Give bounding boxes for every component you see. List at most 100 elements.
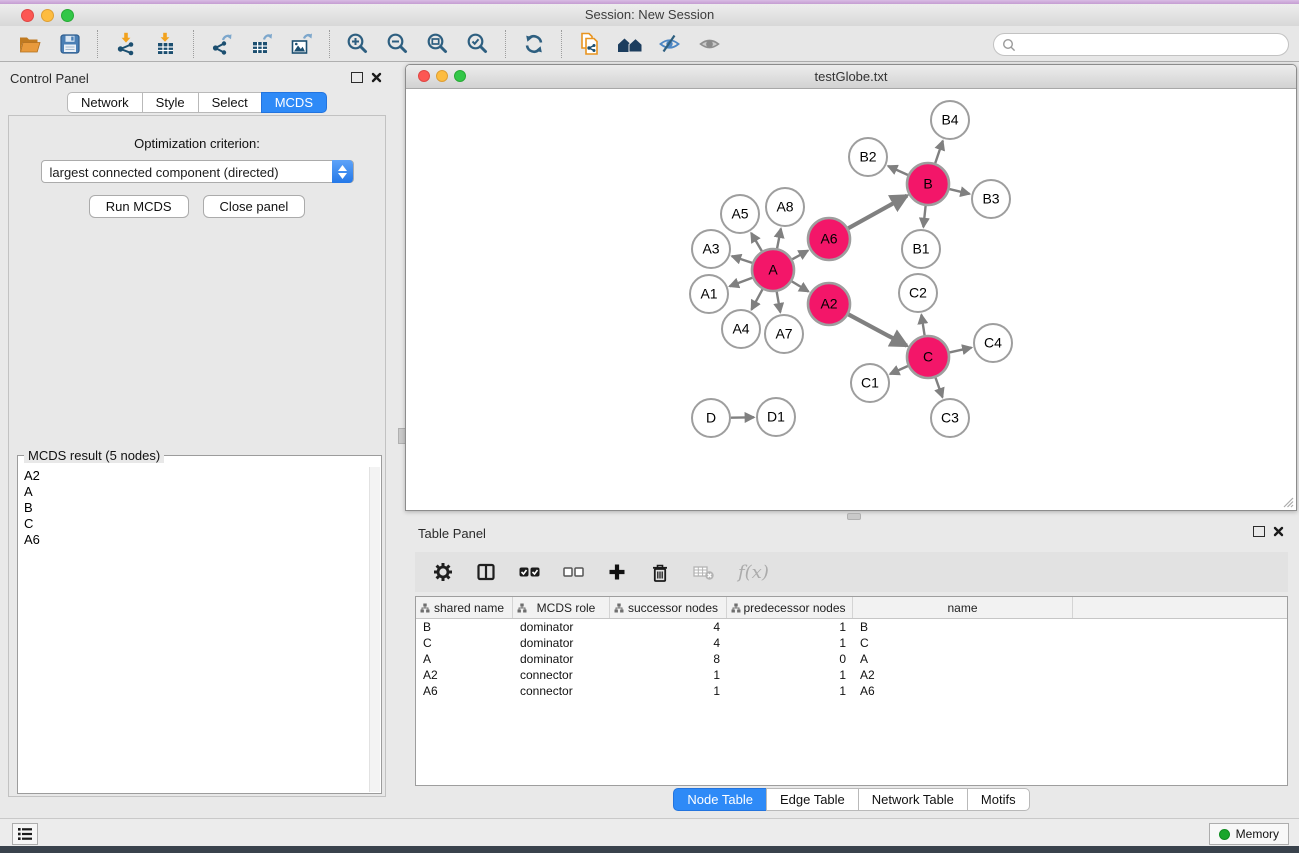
table-row[interactable]: A2connector11A2 — [416, 667, 1287, 683]
graph-edge-A-A5[interactable] — [751, 233, 762, 251]
mcds-result-item[interactable]: A — [19, 484, 369, 500]
graph-edge-C-C4[interactable] — [950, 348, 972, 353]
network-window-title: testGlobe.txt — [406, 69, 1296, 84]
tab-node-table[interactable]: Node Table — [673, 788, 767, 811]
tab-edge-table[interactable]: Edge Table — [766, 788, 859, 811]
table-cell: 4 — [610, 619, 727, 635]
column-header-shared-name[interactable]: shared name — [416, 597, 513, 618]
graph-edge-A-A4[interactable] — [752, 289, 763, 309]
column-header-MCDS-role[interactable]: MCDS role — [513, 597, 610, 618]
graph-edge-A-A8[interactable] — [777, 229, 781, 249]
graph-edge-B-B3[interactable] — [949, 189, 969, 194]
tab-motifs[interactable]: Motifs — [967, 788, 1030, 811]
save-session-button[interactable] — [50, 28, 90, 60]
graph-node-label: C3 — [941, 410, 959, 426]
graph-node-label: A7 — [775, 326, 792, 342]
graph-edge-C-C2[interactable] — [921, 315, 924, 336]
graph-node-label: A6 — [820, 231, 837, 247]
float-panel-icon[interactable] — [351, 72, 363, 83]
open-session-button[interactable] — [10, 28, 50, 60]
zoom-out-button[interactable] — [378, 28, 418, 60]
graph-edge-A-A3[interactable] — [732, 256, 752, 263]
table-row[interactable]: A6connector11A6 — [416, 683, 1287, 699]
tab-mcds[interactable]: MCDS — [261, 92, 327, 113]
graph-edge-A-A6[interactable] — [792, 251, 808, 260]
search-input[interactable] — [1021, 36, 1275, 53]
unselect-all-button[interactable] — [563, 563, 584, 581]
graph-node-label: A4 — [732, 321, 749, 337]
table-row[interactable]: Cdominator41C — [416, 635, 1287, 651]
export-image-button[interactable] — [282, 28, 322, 60]
mcds-result-scrollbar[interactable] — [369, 467, 380, 792]
graph-node-label: C2 — [909, 285, 927, 301]
graph-edge-A-A7[interactable] — [777, 292, 781, 313]
delete-column-button[interactable] — [650, 562, 670, 583]
graph-edge-C-C1[interactable] — [890, 366, 908, 374]
show-all-button[interactable] — [690, 28, 730, 60]
graph-edge-B-B2[interactable] — [888, 166, 908, 175]
graph-edge-B-B1[interactable] — [923, 206, 925, 227]
graph-edge-A-A1[interactable] — [730, 278, 753, 287]
memory-button[interactable]: Memory — [1209, 823, 1289, 845]
column-type-icon — [517, 603, 527, 613]
optimization-criterion-select[interactable]: largest connected component (directed) — [41, 160, 354, 183]
mcds-result-item[interactable]: A6 — [19, 532, 369, 548]
hide-selected-button[interactable] — [650, 28, 690, 60]
float-table-panel-icon[interactable] — [1253, 526, 1265, 537]
import-network-button[interactable] — [106, 28, 146, 60]
tab-network-table[interactable]: Network Table — [858, 788, 968, 811]
table-row[interactable]: Adominator80A — [416, 651, 1287, 667]
column-view-button[interactable] — [476, 562, 496, 582]
mcds-result-item[interactable]: B — [19, 500, 369, 516]
task-history-button[interactable] — [12, 823, 38, 845]
save-floppy-icon — [58, 32, 82, 56]
refresh-button[interactable] — [514, 28, 554, 60]
column-header-name[interactable]: name — [853, 597, 1073, 618]
export-table-button[interactable] — [242, 28, 282, 60]
network-canvas[interactable]: B4B2BB3B1A5A8A3A6AA1A4A7A2C2CC4C1C3DD1 — [406, 89, 1296, 510]
column-header-predecessor-nodes[interactable]: predecessor nodes — [727, 597, 853, 618]
zoom-in-button[interactable] — [338, 28, 378, 60]
import-table-button[interactable] — [146, 28, 186, 60]
graph-edge-A6-B[interactable] — [848, 196, 907, 229]
zoom-fit-button[interactable] — [418, 28, 458, 60]
graph-edge-A-A2[interactable] — [792, 281, 809, 291]
select-all-button[interactable] — [519, 563, 540, 581]
checked-boxes-icon — [519, 563, 540, 581]
new-network-from-selection-button[interactable] — [570, 28, 610, 60]
table-panel-header: Table Panel — [405, 518, 1298, 546]
graph-edge-A2-C[interactable] — [848, 314, 906, 345]
mcds-panel-body: Optimization criterion: largest connecte… — [8, 115, 386, 797]
tab-style[interactable]: Style — [142, 92, 199, 113]
unchecked-boxes-icon — [563, 563, 584, 581]
export-network-button[interactable] — [202, 28, 242, 60]
window-resize-grip[interactable] — [1280, 494, 1294, 508]
graph-edge-C-C3[interactable] — [936, 378, 943, 398]
column-type-icon — [420, 603, 430, 613]
column-header-successor-nodes[interactable]: successor nodes — [610, 597, 727, 618]
control-panel: Control Panel NetworkStyleSelectMCDS Opt… — [8, 66, 386, 807]
tab-select[interactable]: Select — [198, 92, 262, 113]
table-row[interactable]: Bdominator41B — [416, 619, 1287, 635]
first-neighbors-button[interactable] — [610, 28, 650, 60]
zoom-selected-button[interactable] — [458, 28, 498, 60]
delete-table-button[interactable] — [693, 563, 715, 581]
close-table-panel-icon[interactable] — [1273, 526, 1284, 537]
mcds-result-item[interactable]: C — [19, 516, 369, 532]
table-cell: 1 — [727, 667, 853, 683]
table-settings-button[interactable] — [433, 562, 453, 582]
close-panel-button[interactable]: Close panel — [203, 195, 306, 218]
delete-table-icon — [693, 563, 715, 581]
table-cell: dominator — [513, 635, 610, 651]
graph-edge-B-B4[interactable] — [935, 141, 943, 163]
close-panel-icon[interactable] — [371, 72, 382, 83]
table-cell: 1 — [610, 667, 727, 683]
add-column-button[interactable] — [607, 562, 627, 582]
mcds-result-item[interactable]: A2 — [19, 468, 369, 484]
refresh-icon — [522, 32, 546, 56]
function-builder-button[interactable]: f(x) — [738, 562, 769, 583]
table-cell: 1 — [727, 683, 853, 699]
tab-network[interactable]: Network — [67, 92, 143, 113]
graph-node-label: B — [923, 176, 932, 192]
run-mcds-button[interactable]: Run MCDS — [89, 195, 189, 218]
